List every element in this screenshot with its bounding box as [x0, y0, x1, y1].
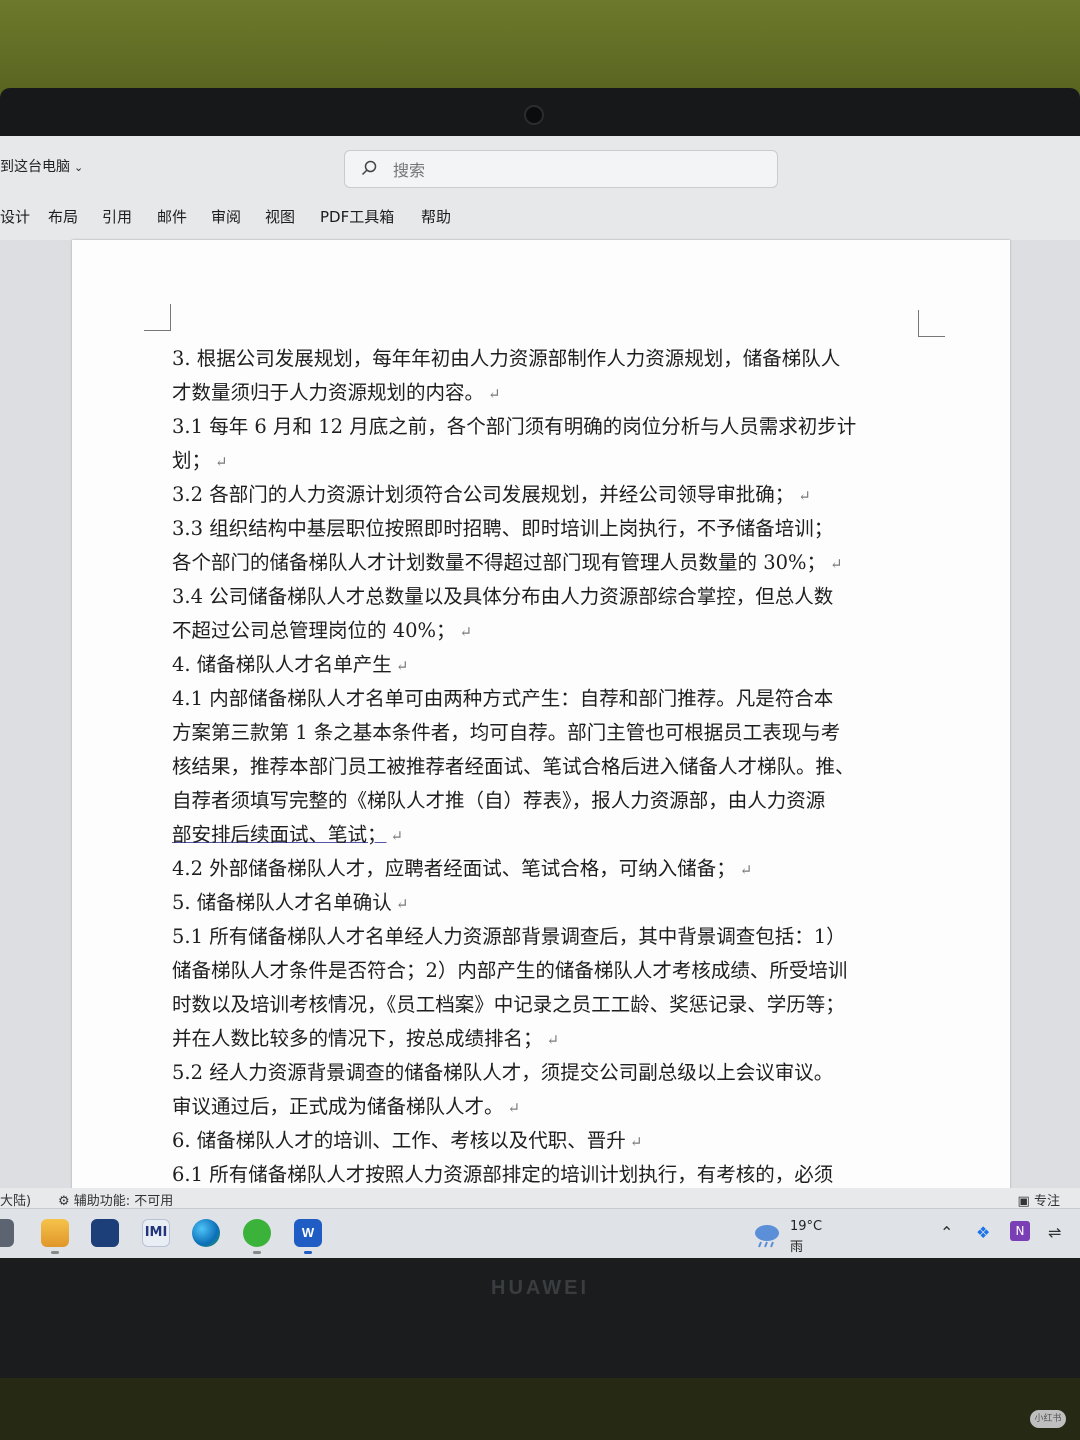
document-line: 才数量须归于人力资源规划的内容。 ↵ — [172, 381, 501, 404]
file-explorer-icon[interactable] — [41, 1219, 69, 1247]
app-icon[interactable]: IMI — [142, 1219, 170, 1247]
start-icon[interactable] — [0, 1219, 14, 1247]
paragraph-mark-icon: ↵ — [739, 861, 753, 879]
document-line: 6.1 所有储备梯队人才按照人力资源部排定的培训计划执行，有考核的，必须 — [172, 1163, 834, 1186]
tab-references[interactable]: 引用 — [102, 206, 132, 227]
save-location-label: 到这台电脑 — [0, 159, 70, 175]
document-area: 3. 根据公司发展规划，每年年初由人力资源部制作人力资源规划，储备梯队人 才数量… — [0, 240, 1080, 1200]
paragraph-mark-icon: ↵ — [546, 1031, 560, 1049]
chevron-up-icon[interactable]: ⌃ — [940, 1223, 953, 1242]
document-line: 自荐者须填写完整的《梯队人才推（自）荐表》，报人力资源部，由人力资源 — [172, 789, 826, 812]
accessibility-status[interactable]: ⚙ 辅助功能: 不可用 — [58, 1190, 173, 1209]
document-line: 审议通过后，正式成为储备梯队人才。 ↵ — [172, 1095, 521, 1118]
webcam — [524, 105, 544, 125]
paragraph-mark-icon: ↵ — [507, 1099, 521, 1117]
tab-mailings[interactable]: 邮件 — [157, 206, 187, 227]
paragraph-mark-icon: ↵ — [459, 623, 473, 641]
paragraph-mark-icon: ↵ — [629, 1133, 643, 1151]
document-line: 不超过公司总管理岗位的 40%； ↵ — [172, 619, 473, 642]
document-line: 部安排后续面试、笔试； ↵ — [172, 823, 404, 846]
document-line: 3.4 公司储备梯队人才总数量以及具体分布由人力资源部综合掌控，但总人数 — [172, 585, 834, 608]
weather-temperature: 19°C — [790, 1219, 823, 1234]
running-indicator — [253, 1251, 261, 1254]
laptop-bottom-bezel — [0, 1258, 1080, 1378]
tab-layout[interactable]: 布局 — [48, 206, 78, 227]
focus-mode-button[interactable]: ▣ 专注 — [1018, 1190, 1060, 1209]
taskbar: IMI W 19°C 雨 ⌃ ❖ N ⇌ — [0, 1208, 1080, 1258]
document-line: 3.2 各部门的人力资源计划须符合公司发展规划，并经公司领导审批确； ↵ — [172, 483, 811, 506]
paragraph-mark-icon: ↵ — [488, 385, 501, 403]
screen: 到这台电脑 ⌄ 设计 布局 引用 邮件 审阅 视图 PDF工具箱 帮助 3. 根据… — [0, 136, 1080, 1258]
search-box[interactable] — [344, 150, 778, 188]
paragraph-mark-icon: ↵ — [390, 827, 404, 845]
weather-condition: 雨 — [790, 1240, 804, 1255]
document-line: 5.1 所有储备梯队人才名单经人力资源部背景调查后，其中背景调查包括：1） — [172, 925, 846, 948]
document-heading-line: 5. 储备梯队人才名单确认 ↵ — [172, 891, 409, 914]
document-page[interactable]: 3. 根据公司发展规划，每年年初由人力资源部制作人力资源规划，储备梯队人 才数量… — [72, 240, 1010, 1200]
document-line: 4.1 内部储备梯队人才名单可由两种方式产生：自荐和部门推荐。凡是符合本 — [172, 687, 834, 710]
save-location[interactable]: 到这台电脑 ⌄ — [0, 156, 83, 176]
search-icon — [361, 160, 377, 176]
paragraph-mark-icon: ↵ — [830, 555, 843, 573]
tab-pdf-toolbox[interactable]: PDF工具箱 — [320, 206, 394, 227]
document-body[interactable]: 3. 根据公司发展规划，每年年初由人力资源部制作人力资源规划，储备梯队人 才数量… — [172, 342, 932, 1192]
paragraph-mark-icon: ↵ — [395, 657, 409, 675]
tab-help[interactable]: 帮助 — [421, 206, 451, 227]
wall-background — [0, 0, 1080, 100]
language-status[interactable]: 大陆) — [0, 1190, 31, 1209]
paragraph-mark-icon: ↵ — [395, 895, 409, 913]
running-indicator — [304, 1251, 312, 1254]
wechat-icon[interactable] — [243, 1219, 271, 1247]
document-line: 核结果，推荐本部门员工被推荐者经面试、笔试合格后进入储备人才梯队。推、 — [172, 755, 855, 778]
document-line: 3.3 组织结构中基层职位按照即时招聘、即时培训上岗执行，不予储备培训； — [172, 517, 834, 540]
edge-browser-icon[interactable] — [192, 1219, 220, 1247]
title-bar: 到这台电脑 ⌄ — [0, 136, 1080, 190]
document-line: 储备梯队人才条件是否符合；2）内部产生的储备梯队人才考核成绩、所受培训 — [172, 959, 848, 982]
onenote-icon[interactable]: N — [1010, 1221, 1030, 1241]
paragraph-mark-icon: ↵ — [798, 487, 811, 505]
tab-view[interactable]: 视图 — [265, 206, 295, 227]
rain-cloud-icon — [755, 1225, 779, 1248]
accessibility-icon: ⚙ — [58, 1194, 70, 1209]
watermark-badge: 小红书 — [1030, 1410, 1066, 1428]
accessibility-label: 辅助功能: 不可用 — [73, 1194, 174, 1209]
focus-icon: ▣ — [1017, 1194, 1030, 1209]
document-heading-line: 4. 储备梯队人才名单产生 ↵ — [172, 653, 409, 676]
desk-surface — [0, 1378, 1080, 1440]
margin-corner-mark — [918, 310, 945, 337]
document-line: 4.2 外部储备梯队人才，应聘者经面试、笔试合格，可纳入储备； ↵ — [172, 857, 753, 880]
tab-design[interactable]: 设计 — [0, 206, 30, 227]
status-bar: 大陆) ⚙ 辅助功能: 不可用 ▣ 专注 — [0, 1188, 1080, 1209]
document-line: 3.1 每年 6 月和 12 月底之前，各个部门须有明确的岗位分析与人员需求初步… — [172, 415, 857, 438]
paragraph-mark-icon: ↵ — [215, 453, 228, 471]
document-line: 方案第三款第 1 条之基本条件者，均可自荐。部门主管也可根据员工表现与考 — [172, 721, 841, 744]
bluetooth-icon[interactable]: ❖ — [976, 1223, 990, 1242]
weather-widget[interactable]: 19°C 雨 — [752, 1217, 872, 1255]
running-indicator — [51, 1251, 59, 1254]
document-line: 时数以及培训考核情况，《员工档案》中记录之员工工龄、奖惩记录、学历等； — [172, 993, 845, 1016]
ribbon-tabs: 设计 布局 引用 邮件 审阅 视图 PDF工具箱 帮助 — [0, 190, 1080, 240]
word-icon[interactable]: W — [294, 1219, 322, 1247]
document-line: 3. 根据公司发展规划，每年年初由人力资源部制作人力资源规划，储备梯队人 — [172, 347, 841, 370]
device-brand-logo: HUAWEI — [491, 1277, 589, 1299]
store-icon[interactable] — [91, 1219, 119, 1247]
document-line: 各个部门的储备梯队人才计划数量不得超过部门现有管理人员数量的 30%； ↵ — [172, 551, 843, 574]
document-heading-line: 6. 储备梯队人才的培训、工作、考核以及代职、晋升 ↵ — [172, 1129, 643, 1152]
document-line: 5.2 经人力资源背景调查的储备梯队人才，须提交公司副总级以上会议审议。 — [172, 1061, 834, 1084]
tab-review[interactable]: 审阅 — [211, 206, 241, 227]
search-input[interactable] — [391, 157, 765, 183]
document-line: 划； ↵ — [172, 449, 228, 472]
settings-tray-icon[interactable]: ⇌ — [1048, 1223, 1061, 1242]
chevron-down-icon: ⌄ — [74, 161, 84, 174]
document-line: 并在人数比较多的情况下，按总成绩排名； ↵ — [172, 1027, 560, 1050]
margin-corner-mark — [144, 304, 171, 331]
focus-label: 专注 — [1033, 1194, 1060, 1209]
